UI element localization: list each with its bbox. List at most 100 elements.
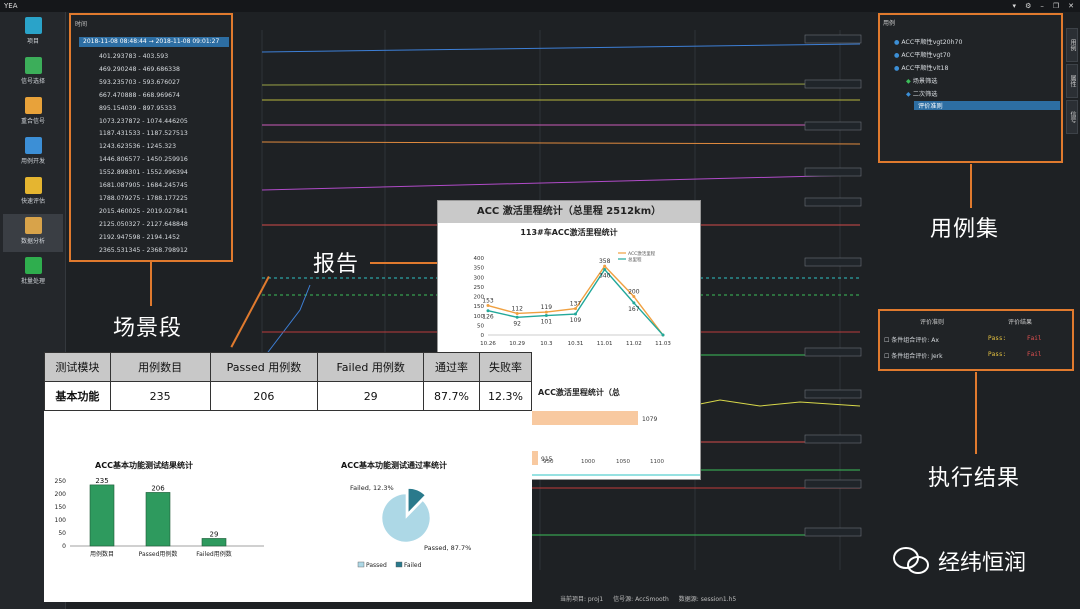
- slice-label: Failed, 12.3%: [350, 484, 394, 492]
- result-panel: 评价准则 评价结果 ☐ 条件组合评价: Ax Pass: Fail ☐ 条件组合…: [878, 309, 1074, 371]
- x-tick-label: 11.02: [626, 341, 642, 347]
- nav-item-batch[interactable]: 批量处理: [3, 254, 63, 292]
- series-point: [574, 312, 577, 316]
- nav-label: 项目: [26, 38, 39, 45]
- case-item[interactable]: ● ACC平顺性vlt18: [894, 63, 948, 72]
- scene-selected-range[interactable]: 2018-11-08 08:48:44 → 2018-11-08 09:01:2…: [79, 37, 229, 47]
- overlay-signal-icon: [24, 97, 42, 114]
- nav-item-case-dev[interactable]: 用例开发: [3, 134, 63, 172]
- y-tick-label: 350: [474, 266, 485, 272]
- skin-icon[interactable]: ▾: [1013, 0, 1017, 12]
- y-tick-label: 50: [58, 530, 66, 537]
- scene-segment-item[interactable]: 2365.531345 - 2368.798912: [99, 245, 188, 258]
- watermark-text: 经纬恒润: [938, 551, 1027, 576]
- restore-button[interactable]: ❐: [1053, 0, 1059, 12]
- filter-icon: ◆: [906, 78, 911, 85]
- report-header-failed: Failed 用例数: [317, 352, 425, 382]
- result-row[interactable]: ☐ 条件组合评价: Jerk: [884, 351, 943, 360]
- case-panel: 用例 ● ACC平顺性vgt20h70 ● ACC平顺性vgt70 ● ACC平…: [878, 13, 1063, 163]
- data-label: 29: [210, 530, 219, 538]
- nav-item-quick-eval[interactable]: 快速评估: [3, 174, 63, 212]
- case-panel-header: 用例: [883, 20, 896, 27]
- series-point: [603, 268, 607, 272]
- scene-segment-item[interactable]: 1446.806577 - 1450.259916: [99, 154, 188, 167]
- scene-segment-item[interactable]: 2015.460025 - 2019.027841: [99, 206, 188, 219]
- scene-segment-item[interactable]: 469.290248 - 469.686338: [99, 64, 188, 77]
- scene-segment-item[interactable]: 2192.947598 - 2194.1452: [99, 232, 188, 245]
- pie-slice: [381, 493, 431, 543]
- legend-label: Passed: [366, 562, 387, 569]
- legend-swatch: [395, 561, 403, 568]
- data-label: 206: [151, 484, 165, 492]
- nav-label: 数据分析: [20, 238, 45, 245]
- data-label: 200: [628, 289, 640, 296]
- bar: [201, 538, 227, 547]
- x-tick-label: 10.26: [480, 341, 496, 347]
- legend-label: 总里程: [628, 256, 642, 263]
- y-tick-label: 0: [481, 333, 485, 339]
- result-col-result: 评价结果: [1008, 319, 1033, 326]
- tab-signals[interactable]: 信号: [1066, 100, 1078, 134]
- case-item-selected[interactable]: 评价准则: [914, 101, 1060, 110]
- y-tick-label: 0: [62, 543, 66, 550]
- watermark: 经纬恒润: [892, 545, 1026, 577]
- filter-icon: ◆: [906, 91, 911, 98]
- minimize-button[interactable]: –: [1040, 0, 1044, 12]
- data-label: 92: [513, 320, 521, 327]
- y-tick-label: 250: [55, 478, 67, 485]
- report-header-count: 用例数目: [109, 352, 211, 382]
- case-item-label: ACC平顺性vgt70: [901, 52, 951, 59]
- callout-line: [975, 372, 977, 454]
- status-bar: 当前项目: proj1 信号源: AccSmooth 数据源: session1…: [560, 594, 744, 603]
- result-row[interactable]: ☐ 条件组合评价: Ax: [884, 335, 939, 344]
- x-tick-label: 用例数目: [90, 550, 114, 558]
- scene-segment-item[interactable]: 1243.623536 - 1245.323: [99, 141, 188, 154]
- data-label: 112: [511, 305, 523, 312]
- gear-icon[interactable]: ⚙: [1025, 0, 1031, 12]
- legend-label: ACC激活里程: [628, 250, 656, 257]
- pass-label: Pass:: [988, 335, 1007, 342]
- nav-item-data-analysis[interactable]: 数据分析: [3, 214, 63, 252]
- tab-properties[interactable]: 属性: [1066, 64, 1078, 98]
- nav-item-project[interactable]: 项目: [3, 14, 63, 52]
- scene-segment-item[interactable]: 1681.087905 - 1684.245745: [99, 180, 188, 193]
- nav-item-overlay-signal[interactable]: 重合信号: [3, 94, 63, 132]
- bar-chart-title: ACC基本功能测试结果统计: [95, 460, 193, 470]
- person-icon: ●: [894, 39, 900, 46]
- data-label: 153: [482, 298, 494, 305]
- scene-segment-item[interactable]: 401.293783 - 403.593: [99, 51, 188, 64]
- case-item[interactable]: ● ACC平顺性vgt20h70: [894, 37, 962, 46]
- callout-results: 执行结果: [928, 466, 1021, 491]
- series-point: [486, 309, 490, 313]
- close-button[interactable]: ✕: [1068, 0, 1074, 12]
- scene-segment-item[interactable]: 1552.898301 - 1552.996394: [99, 167, 188, 180]
- result-row-label: 条件组合评价: Jerk: [891, 353, 943, 360]
- scene-segment-item[interactable]: 895.154039 - 897.95333: [99, 103, 188, 116]
- report-cell-passed: 206: [209, 381, 319, 411]
- status-project: 当前项目: proj1: [560, 596, 604, 603]
- tick-label: 1000: [581, 459, 595, 465]
- nav-item-signal-select[interactable]: 信号选择: [3, 54, 63, 92]
- tab-cases[interactable]: 用例: [1066, 28, 1078, 62]
- scene-segment-item[interactable]: 1187.431533 - 1187.527513: [99, 128, 188, 141]
- scene-segment-item[interactable]: 667.470888 - 668.969674: [99, 90, 188, 103]
- case-item[interactable]: ● ACC平顺性vgt70: [894, 50, 951, 59]
- app-title: YEA: [4, 2, 18, 10]
- case-item[interactable]: ◆ 二次筛选: [906, 89, 937, 98]
- scene-segment-item[interactable]: 593.235703 - 593.676027: [99, 77, 188, 90]
- scene-segment-item[interactable]: 1073.237872 - 1074.446205: [99, 116, 188, 129]
- project-icon: [24, 17, 42, 34]
- data-label: 340: [599, 273, 611, 280]
- data-label: 109: [570, 317, 582, 324]
- status-data: 数据源: session1.h5: [678, 596, 737, 603]
- data-label: 167: [628, 306, 640, 313]
- x-tick-label: Failed用例数: [196, 550, 231, 558]
- x-tick-label: 10.3: [540, 341, 553, 347]
- case-dev-icon: [24, 137, 42, 154]
- pass-label: Pass:: [988, 351, 1007, 358]
- scene-segment-item[interactable]: 1788.079275 - 1788.177225: [99, 193, 188, 206]
- case-item[interactable]: ◆ 场景筛选: [906, 76, 937, 85]
- report-header-pass-rate: 通过率: [423, 352, 480, 382]
- legend-label: Failed: [404, 562, 422, 569]
- scene-segment-item[interactable]: 2125.050327 - 2127.648848: [99, 219, 188, 232]
